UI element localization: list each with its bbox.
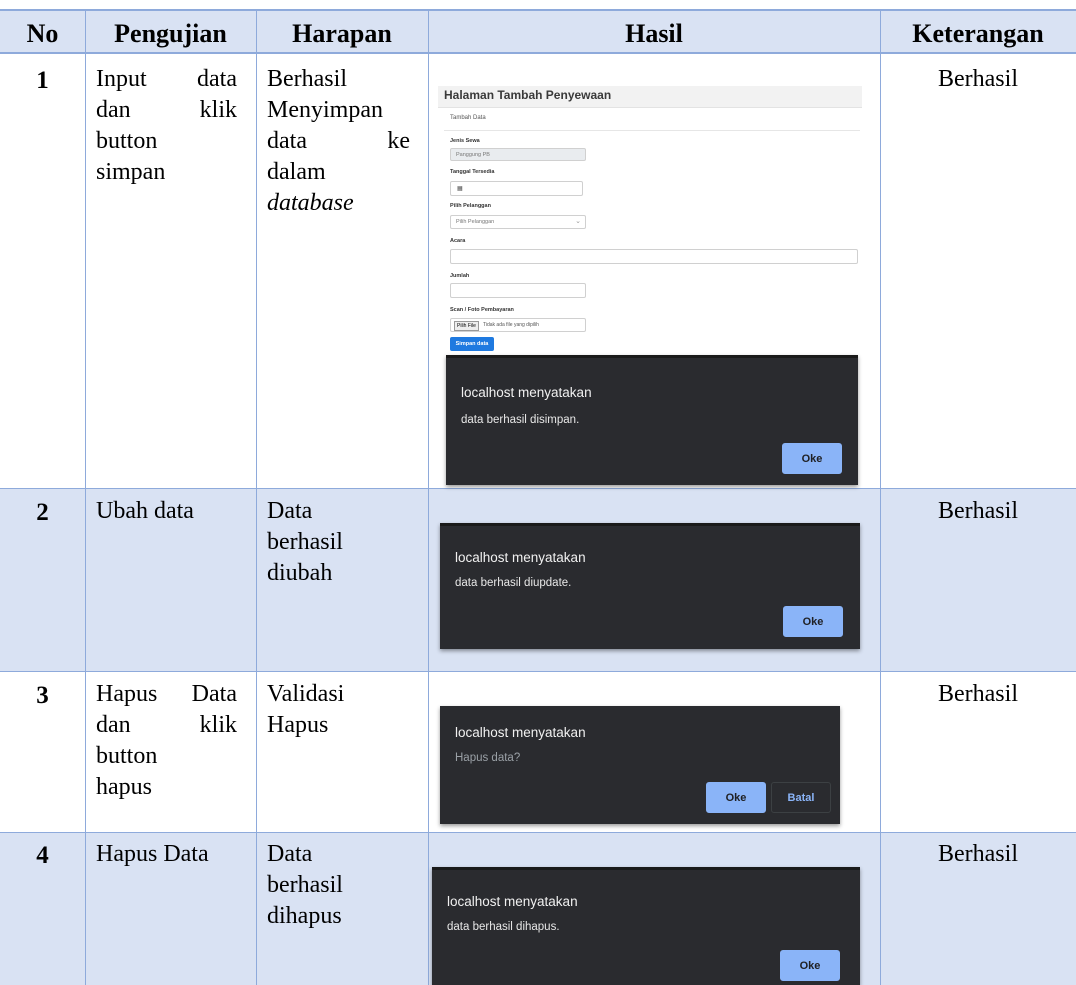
jenis-sewa-label: Jenis Sewa: [450, 138, 480, 144]
dialog-title: localhost menyatakan: [455, 550, 586, 565]
header-no: No: [26, 19, 59, 48]
header-bottom-border: [0, 52, 1076, 54]
alert-dialog-saved: localhost menyatakan data berhasil disim…: [446, 355, 858, 485]
file-status: Tidak ada file yang dipilih: [483, 322, 539, 328]
chevron-down-icon: ⌄: [575, 218, 581, 225]
confirm-dialog-delete: localhost menyatakan Hapus data? Oke Bat…: [440, 706, 840, 824]
harapan-cell: Berhasil Menyimpan data ke dalam databas…: [267, 64, 410, 219]
column-divider: [85, 10, 86, 985]
pelanggan-label: Pilih Pelanggan: [450, 203, 491, 209]
pengujian-line: simpan: [96, 159, 166, 185]
harapan-cell: Validasi Hapus: [267, 679, 417, 741]
row-number: 1: [36, 67, 49, 94]
pengujian-line: Ubah data: [96, 498, 194, 524]
pelanggan-select[interactable]: Pilih Pelanggan ⌄: [450, 215, 586, 229]
pengujian-line: Hapus Data: [96, 841, 209, 867]
harapan-line: Validasi: [267, 681, 345, 707]
pengujian-line: button: [96, 128, 158, 154]
form-title: Halaman Tambah Penyewaan: [444, 88, 612, 102]
harapan-line: database: [267, 190, 354, 216]
alert-dialog-deleted: localhost menyatakan data berhasil dihap…: [432, 867, 860, 985]
alert-dialog-updated: localhost menyatakan data berhasil diupd…: [440, 523, 860, 649]
harapan-cell: Data berhasil diubah: [267, 496, 417, 589]
pelanggan-placeholder: Pilih Pelanggan: [456, 219, 495, 225]
row-divider: [0, 488, 1076, 489]
acara-label: Acara: [450, 238, 466, 244]
add-rental-form-screenshot: Halaman Tambah Penyewaan Tambah Data Jen…: [438, 86, 862, 356]
row-divider: [0, 671, 1076, 672]
keterangan-cell: Berhasil: [938, 498, 1018, 524]
dialog-message: data berhasil disimpan.: [461, 414, 580, 426]
row-number: 3: [36, 682, 49, 709]
header-keterangan: Keterangan: [912, 19, 1044, 48]
column-divider: [428, 10, 429, 985]
row-number: 4: [36, 842, 49, 869]
pengujian-cell: Hapus Data: [96, 839, 246, 870]
ok-button[interactable]: Oke: [706, 782, 766, 813]
calendar-icon[interactable]: ▦: [457, 185, 463, 192]
ok-button[interactable]: Oke: [780, 950, 840, 981]
header-pengujian: Pengujian: [114, 19, 227, 48]
harapan-line: Data: [267, 841, 313, 867]
keterangan-cell: Berhasil: [938, 681, 1018, 707]
pengujian-line: Input data: [96, 66, 237, 92]
choose-file-button[interactable]: Pilih File: [454, 321, 479, 331]
keterangan-cell: Berhasil: [938, 66, 1018, 92]
pengujian-cell: Hapus Data dan klik button hapus: [96, 679, 237, 803]
header-hasil: Hasil: [625, 19, 683, 48]
tab-tambah-data[interactable]: Tambah Data: [450, 115, 486, 121]
dialog-message: data berhasil diupdate.: [455, 577, 572, 589]
harapan-line: data ke: [267, 128, 410, 154]
pengujian-line: dan klik: [96, 97, 237, 123]
pengujian-line: Hapus Data: [96, 681, 237, 707]
pengujian-line: hapus: [96, 774, 152, 800]
dialog-message: data berhasil dihapus.: [447, 921, 560, 933]
harapan-line: dihapus: [267, 903, 342, 929]
harapan-line: dalam: [267, 159, 326, 185]
column-divider: [256, 10, 257, 985]
harapan-line: berhasil: [267, 529, 343, 555]
harapan-line: Hapus: [267, 712, 329, 738]
dialog-title: localhost menyatakan: [447, 894, 578, 909]
ok-button[interactable]: Oke: [782, 443, 842, 474]
tanggal-label: Tanggal Tersedia: [450, 169, 495, 175]
cancel-button[interactable]: Batal: [771, 782, 831, 813]
jumlah-input[interactable]: [450, 283, 586, 298]
harapan-line: berhasil: [267, 872, 343, 898]
jumlah-label: Jumlah: [450, 273, 470, 279]
acara-input[interactable]: [450, 249, 858, 264]
ok-button[interactable]: Oke: [783, 606, 843, 637]
scan-label: Scan / Foto Pembayaran: [450, 307, 514, 313]
harapan-line: Berhasil: [267, 66, 347, 92]
file-input[interactable]: Pilih File Tidak ada file yang dipilih: [450, 318, 586, 332]
pengujian-cell: Input data dan klik button simpan: [96, 64, 237, 188]
harapan-cell: Data berhasil dihapus: [267, 839, 417, 932]
form-title-bar: Halaman Tambah Penyewaan: [438, 86, 862, 108]
jenis-sewa-field: Panggung PB: [450, 148, 586, 161]
row-divider: [0, 832, 1076, 833]
test-results-table: No Pengujian Harapan Hasil Keterangan 1 …: [0, 0, 1076, 985]
header-harapan: Harapan: [292, 19, 392, 48]
tanggal-input[interactable]: ▦: [450, 181, 583, 196]
pengujian-line: button: [96, 743, 158, 769]
jenis-sewa-value: Panggung PB: [456, 152, 490, 158]
row-number: 2: [36, 499, 49, 526]
tab-divider: [444, 130, 860, 131]
pengujian-line: dan klik: [96, 712, 237, 738]
dialog-message: Hapus data?: [455, 752, 521, 764]
harapan-line: Data: [267, 498, 313, 524]
save-data-button[interactable]: Simpan data: [450, 337, 494, 351]
pengujian-cell: Ubah data: [96, 496, 246, 527]
table-top-border: [0, 9, 1076, 11]
harapan-line: diubah: [267, 560, 333, 586]
harapan-line: Menyimpan: [267, 97, 383, 123]
dialog-title: localhost menyatakan: [461, 385, 592, 400]
keterangan-cell: Berhasil: [938, 841, 1018, 867]
dialog-title: localhost menyatakan: [455, 725, 586, 740]
